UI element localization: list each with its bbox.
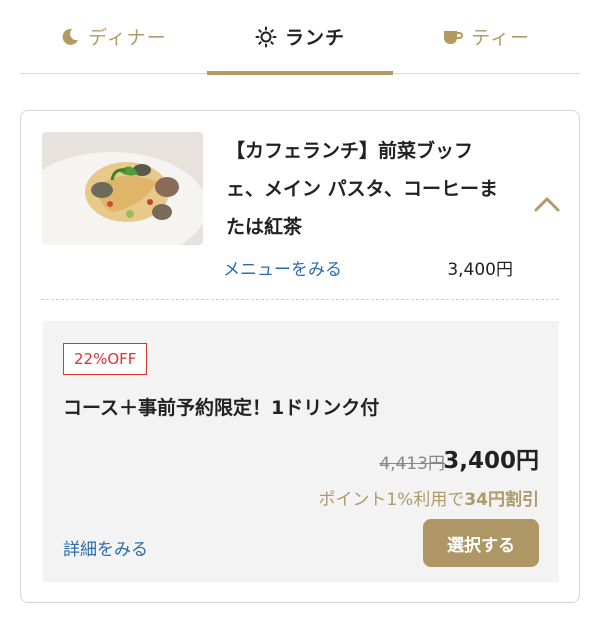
tab-lunch-label: ランチ (285, 27, 346, 49)
course-price: 3,400円 (447, 260, 513, 280)
tab-dinner[interactable]: ディナー (20, 0, 207, 73)
plan-box: 22%OFF コース＋事前予約限定！1ドリンク付 4,413円 3,400円 ポ… (43, 321, 559, 582)
course-card: 【カフェランチ】前菜ブッフ ェ、メイン パスタ、コーヒーま たは紅茶 メニューを… (20, 110, 580, 603)
meal-tabs: ディナー ランチ ティー (20, 0, 580, 75)
discount-badge: 22%OFF (63, 343, 148, 375)
view-menu-link[interactable]: メニューをみる (223, 255, 342, 280)
tab-dinner-label: ディナー (88, 27, 167, 49)
original-price: 4,413円 (379, 454, 445, 474)
tab-lunch[interactable]: ランチ (206, 0, 394, 75)
plan-price: 3,400円 (443, 448, 539, 474)
course-title-line: 【カフェランチ】前菜ブッフ (226, 140, 474, 162)
points-prefix: ポイント1%利用で (318, 490, 465, 510)
tab-tea-label: ティー (471, 27, 531, 49)
points-discount: ポイント1%利用で34円割引 (318, 485, 539, 510)
chevron-up-icon[interactable] (533, 195, 561, 213)
course-title-line: たは紅茶 (226, 216, 303, 238)
tab-tea[interactable]: ティー (393, 0, 580, 73)
plan-title: コース＋事前予約限定！1ドリンク付 (63, 397, 380, 419)
moon-icon (60, 27, 80, 47)
teacup-icon (443, 28, 464, 46)
divider (41, 299, 559, 300)
view-details-link[interactable]: 詳細をみる (63, 535, 148, 560)
select-button[interactable]: 選択する (423, 519, 539, 567)
course-photo (42, 132, 203, 245)
points-amount: 34円割引 (464, 490, 539, 510)
sun-icon (255, 26, 277, 48)
course-title-line: ェ、メイン パスタ、コーヒーま (226, 178, 499, 200)
course-title: 【カフェランチ】前菜ブッフ ェ、メイン パスタ、コーヒーま たは紅茶 (226, 132, 521, 246)
